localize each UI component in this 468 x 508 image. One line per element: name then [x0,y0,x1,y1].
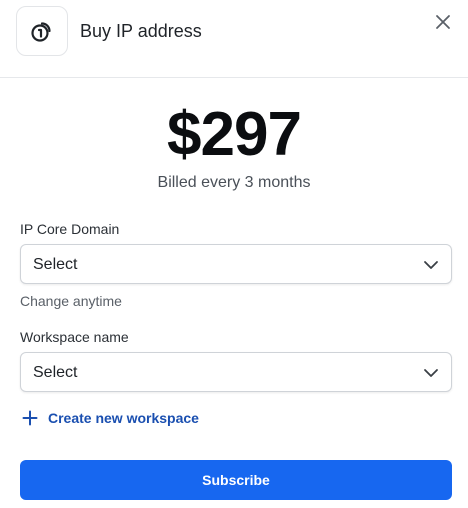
chevron-down-icon [424,261,438,269]
ip-core-domain-helper: Change anytime [20,293,122,309]
ip-address-icon [16,6,68,56]
ip-core-domain-label: IP Core Domain [20,221,120,237]
price-amount: $297 [167,100,302,169]
workspace-name-label: Workspace name [20,329,129,345]
subscribe-button[interactable]: Subscribe [20,460,452,500]
dialog-title: Buy IP address [80,21,202,41]
dialog-header: Buy IP address [0,0,468,78]
ip-core-domain-select[interactable]: Select [20,244,452,284]
create-new-workspace-link[interactable]: Create new workspace [22,408,199,428]
create-new-workspace-label: Create new workspace [48,410,199,426]
chevron-down-icon [424,369,438,377]
plus-icon [22,410,38,426]
billing-period: Billed every 3 months [157,174,311,191]
buy-ip-dialog: Buy IP address $297 Billed every 3 month… [0,0,468,508]
workspace-name-select[interactable]: Select [20,352,452,392]
close-icon [436,15,450,29]
ip-core-domain-value: Select [33,256,78,273]
workspace-name-value: Select [33,364,78,381]
close-button[interactable] [432,11,454,33]
